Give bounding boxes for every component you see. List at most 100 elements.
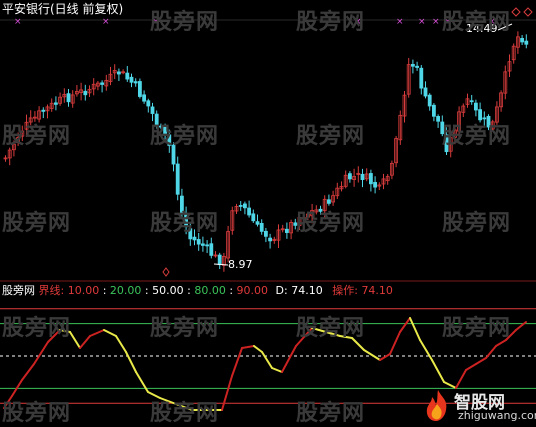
candle-body — [423, 87, 428, 97]
x-marker: × — [432, 17, 440, 27]
brand-logo: 智股网 zhiguwang.com — [424, 388, 536, 424]
candle-body — [368, 173, 373, 185]
d-value: 74.10 — [291, 284, 323, 297]
watermark: 股旁网 — [2, 316, 72, 341]
candle-body — [326, 199, 331, 204]
candle-body — [100, 82, 104, 85]
x-marker: × — [14, 17, 22, 27]
diamond-icon — [162, 267, 170, 277]
candle-body — [129, 76, 134, 83]
candle-body — [217, 254, 222, 266]
candle-body — [436, 116, 441, 122]
candle-body — [259, 222, 264, 232]
price-low-label: 8.97 — [228, 258, 253, 271]
oscillator-segment — [21, 363, 35, 381]
d-label: D: — [275, 284, 288, 297]
level-10: 10.00 — [67, 284, 100, 297]
candle-body — [66, 93, 71, 103]
candle-body — [255, 221, 260, 225]
x-marker: × — [418, 17, 426, 27]
watermark: 股旁网 — [442, 316, 512, 341]
diamond-icon — [523, 7, 533, 17]
jx-label: 界线: — [38, 284, 65, 297]
oscillator-segment — [271, 367, 283, 373]
candle-body — [360, 173, 365, 181]
candle-body — [117, 71, 121, 75]
watermark: 股旁网 — [2, 124, 72, 149]
candle-body — [146, 100, 151, 107]
watermark: 股旁网 — [296, 10, 366, 35]
candle-body — [268, 237, 273, 242]
candle-body — [200, 243, 205, 246]
candle-body — [54, 102, 58, 105]
oscillator-segment — [379, 353, 391, 361]
oscillator-segment — [125, 351, 137, 373]
indicator-name: 股旁网 — [2, 284, 35, 297]
oscillator-segment — [419, 339, 433, 361]
candle-body — [41, 109, 46, 112]
candle-body — [469, 100, 474, 103]
candle-body — [133, 81, 138, 84]
candle-body — [251, 213, 256, 222]
oscillator-segment — [281, 345, 297, 373]
oscillator-segment — [231, 347, 243, 377]
candle-body — [284, 228, 289, 233]
candle-body — [196, 239, 201, 245]
candle-body — [242, 203, 247, 209]
oscillator-segment — [465, 363, 477, 371]
sep: : — [183, 284, 195, 297]
level-20: 20.00 — [109, 284, 142, 297]
candle-body — [415, 65, 420, 68]
oscillator-segment — [135, 371, 149, 393]
oscillator-segment — [241, 345, 255, 349]
fire-icon — [426, 390, 447, 421]
watermark: 股旁网 — [296, 401, 366, 426]
candle-body — [410, 63, 415, 67]
watermark: 股旁网 — [442, 10, 512, 35]
oscillator-segment — [221, 375, 233, 411]
level-80: 80.00 — [194, 284, 226, 297]
indicator-header: 股旁网 界线: 10.00 : 20.00 : 50.00 : 80.00 : … — [2, 284, 393, 297]
watermark: 股旁网 — [150, 10, 220, 35]
candle-body — [473, 102, 478, 111]
low-leader — [213, 263, 229, 266]
chart-title: 平安银行(日线 前复权) — [2, 2, 124, 16]
sep: : — [141, 284, 153, 297]
watermark: 股旁网 — [442, 211, 512, 236]
oscillator-segment — [79, 335, 91, 349]
logo-url: zhiguwang.com — [458, 409, 536, 422]
candle-body — [427, 94, 432, 107]
watermark: 股旁网 — [296, 124, 366, 149]
candle-body — [205, 244, 210, 247]
watermark: 股旁网 — [296, 316, 366, 341]
watermark: 股旁网 — [150, 124, 220, 149]
oscillator-segment — [103, 329, 117, 337]
oscillator-segment — [431, 359, 445, 383]
oscillator-segment — [475, 357, 487, 365]
candle-body — [192, 236, 197, 241]
oscillator-segment — [115, 335, 127, 353]
oscillator-segment — [69, 331, 81, 349]
candle-body — [247, 207, 252, 216]
candle-body — [175, 163, 180, 195]
candle-body — [263, 230, 268, 237]
candle-body — [142, 94, 147, 102]
op-value: 74.10 — [361, 284, 393, 297]
watermark: 股旁网 — [150, 401, 220, 426]
watermark: 股旁网 — [296, 211, 366, 236]
oscillator-segment — [33, 341, 49, 365]
oscillator-segment — [455, 369, 467, 389]
watermark: 股旁网 — [2, 401, 72, 426]
diamond-icon — [511, 7, 521, 17]
candle-body — [419, 67, 424, 89]
candle-body — [125, 72, 130, 80]
candle-body — [209, 243, 214, 256]
candle-body — [83, 90, 88, 96]
watermark: 股旁网 — [150, 316, 220, 341]
candle-body — [150, 106, 155, 114]
x-marker: × — [396, 17, 404, 27]
oscillator-segment — [389, 331, 401, 355]
candle-body — [373, 181, 378, 188]
candle-body — [520, 38, 524, 43]
oscillator-segment — [409, 317, 421, 341]
